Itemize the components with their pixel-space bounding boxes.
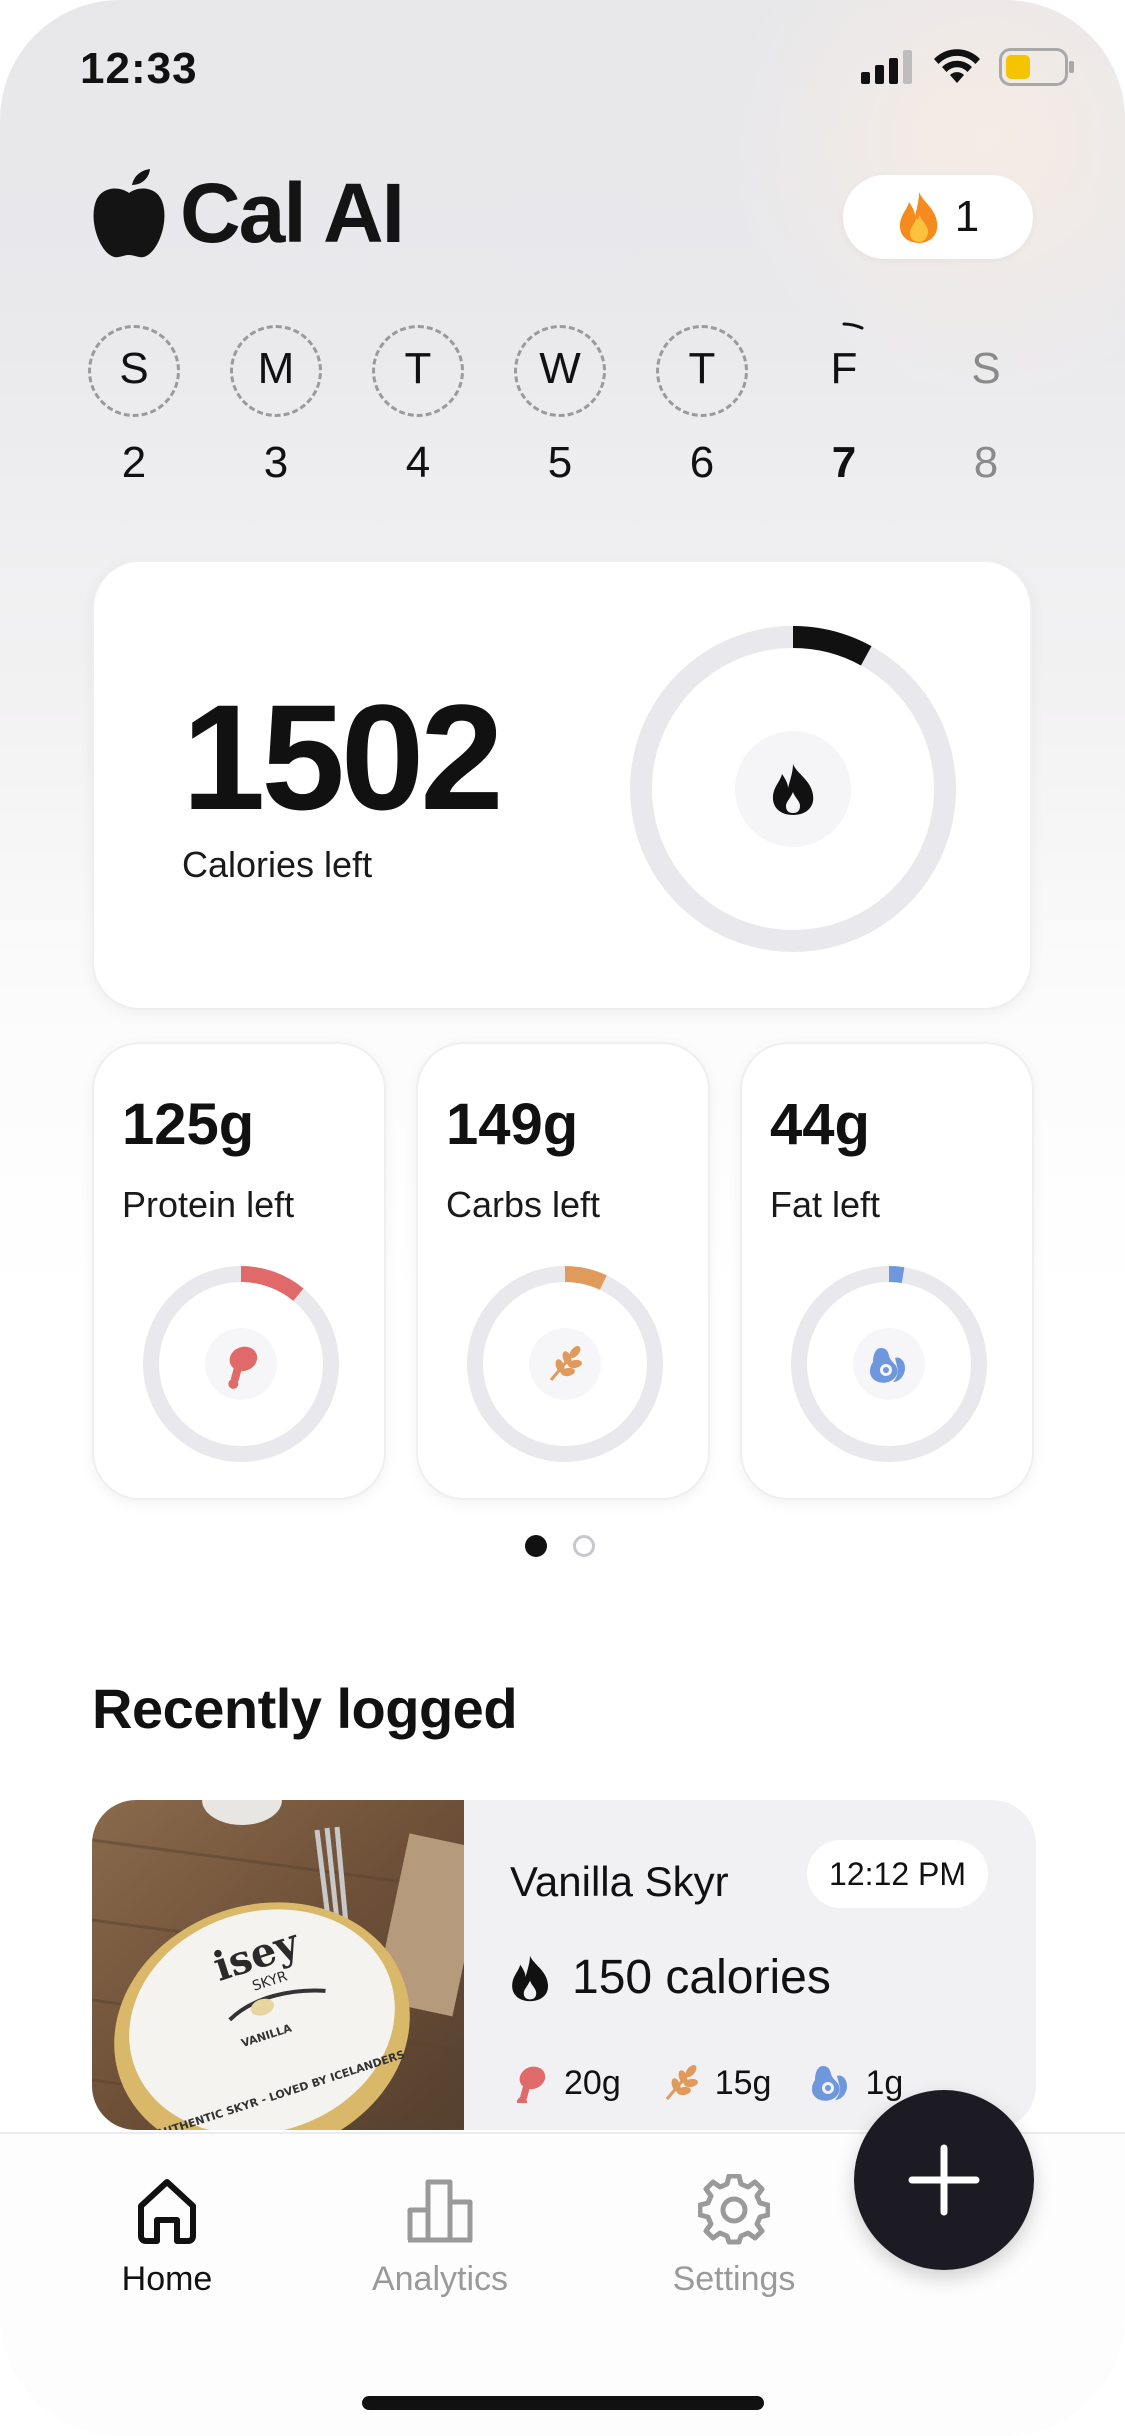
- food-protein: 20g: [510, 2063, 621, 2103]
- day-number: 6: [689, 438, 715, 487]
- day-sunday[interactable]: S 2: [84, 320, 184, 500]
- day-thursday[interactable]: T 6: [652, 320, 752, 500]
- protein-left-label: Protein left: [122, 1184, 295, 1225]
- day-letter: F: [830, 344, 858, 393]
- header: Cal AI 1: [92, 165, 1033, 275]
- carbs-left-value: 149g: [446, 1092, 579, 1157]
- food-carbs-value: 15g: [714, 2063, 772, 2102]
- recently-logged-title: Recently logged: [92, 1677, 518, 1740]
- tab-home-label: Home: [121, 2260, 213, 2298]
- carbs-left-label: Carbs left: [446, 1184, 601, 1225]
- food-name: Vanilla Skyr: [510, 1858, 729, 1905]
- carbs-progress-ring: [467, 1266, 663, 1462]
- protein-left-value: 125g: [122, 1092, 255, 1157]
- day-wednesday[interactable]: W 5: [510, 320, 610, 500]
- page-dot-active[interactable]: [525, 1535, 547, 1557]
- food-macros: 20g 15g 1g: [510, 2062, 925, 2104]
- fat-left-label: Fat left: [770, 1184, 881, 1225]
- streak-pill[interactable]: 1: [843, 175, 1033, 259]
- drumstick-icon: [516, 2066, 546, 2103]
- streak-count: 1: [954, 192, 980, 241]
- flame-icon: [512, 1955, 549, 2001]
- flame-icon: [899, 192, 938, 243]
- food-calories: 150 calories: [510, 1950, 831, 2005]
- day-letter: S: [971, 344, 1001, 393]
- food-log-item[interactable]: isey SKYR VANILLA AUTHENTIC SKYR - LOVED…: [92, 1800, 1036, 2130]
- page-dot[interactable]: [573, 1535, 595, 1557]
- day-number: 5: [547, 438, 573, 487]
- food-protein-value: 20g: [564, 2063, 621, 2102]
- tab-analytics[interactable]: Analytics: [330, 2174, 550, 2299]
- food-calories-text: 150 calories: [572, 1951, 831, 2004]
- fat-card[interactable]: 44g Fat left: [740, 1042, 1034, 1500]
- tab-settings[interactable]: Settings: [624, 2174, 844, 2299]
- home-icon: [138, 2179, 196, 2244]
- tab-analytics-label: Analytics: [371, 2260, 509, 2298]
- brand: Cal AI: [92, 165, 405, 262]
- calories-progress-ring: [630, 626, 956, 952]
- status-bar: 12:33: [0, 0, 1125, 140]
- status-time: 12:33: [80, 44, 198, 93]
- day-number: 4: [405, 438, 431, 487]
- avocado-icon: [812, 2066, 848, 2101]
- food-fat: 1g: [811, 2062, 903, 2104]
- day-letter: M: [257, 344, 295, 393]
- day-letter: T: [404, 344, 432, 393]
- protein-progress-ring: [143, 1266, 339, 1462]
- battery-icon: [999, 48, 1074, 86]
- status-icons: [861, 48, 1075, 86]
- day-saturday[interactable]: S 8: [936, 320, 1036, 500]
- page-indicator[interactable]: [525, 1535, 595, 1557]
- day-monday[interactable]: M 3: [226, 320, 326, 500]
- wheat-icon: [665, 2065, 698, 2100]
- day-letter: W: [539, 344, 581, 393]
- calories-left-value: 1502: [182, 673, 504, 841]
- bar-chart-icon: [407, 2179, 473, 2243]
- home-indicator: [362, 2396, 764, 2410]
- day-number: 7: [831, 438, 857, 487]
- add-food-button[interactable]: [854, 2090, 1034, 2270]
- food-carbs: 15g: [661, 2063, 772, 2103]
- day-letter: S: [119, 344, 149, 393]
- day-number: 3: [263, 438, 289, 487]
- food-photo: isey SKYR VANILLA AUTHENTIC SKYR - LOVED…: [92, 1800, 464, 2130]
- wifi-icon: [934, 49, 980, 83]
- fat-left-value: 44g: [770, 1092, 870, 1157]
- tab-home[interactable]: Home: [57, 2174, 277, 2299]
- apple-icon: [93, 168, 165, 257]
- calories-card[interactable]: 1502 Calories left: [92, 560, 1032, 1010]
- calories-left-label: Calories left: [182, 844, 373, 885]
- day-tuesday[interactable]: T 4: [368, 320, 468, 500]
- week-strip: S 2 M 3 T 4 W 5 T 6 F 7 S 8: [80, 320, 1040, 500]
- day-number: 8: [973, 438, 999, 487]
- fat-progress-ring: [791, 1266, 987, 1462]
- cellular-signal-icon: [861, 50, 912, 84]
- day-letter: T: [688, 344, 716, 393]
- protein-card[interactable]: 125g Protein left: [92, 1042, 386, 1500]
- food-fat-value: 1g: [865, 2063, 904, 2102]
- day-number: 2: [121, 438, 147, 487]
- plus-icon: [908, 2144, 980, 2216]
- day-friday[interactable]: F 7: [794, 320, 894, 500]
- tab-settings-label: Settings: [672, 2260, 796, 2298]
- app-title: Cal AI: [180, 166, 405, 260]
- carbs-card[interactable]: 149g Carbs left: [416, 1042, 710, 1500]
- food-time-badge: 12:12 PM: [807, 1840, 988, 1908]
- gear-icon: [698, 2174, 770, 2245]
- app-screen: 12:33 Cal AI 1 S 2 M 3 T 4 W 5 T 6 F 7 S…: [0, 0, 1125, 2436]
